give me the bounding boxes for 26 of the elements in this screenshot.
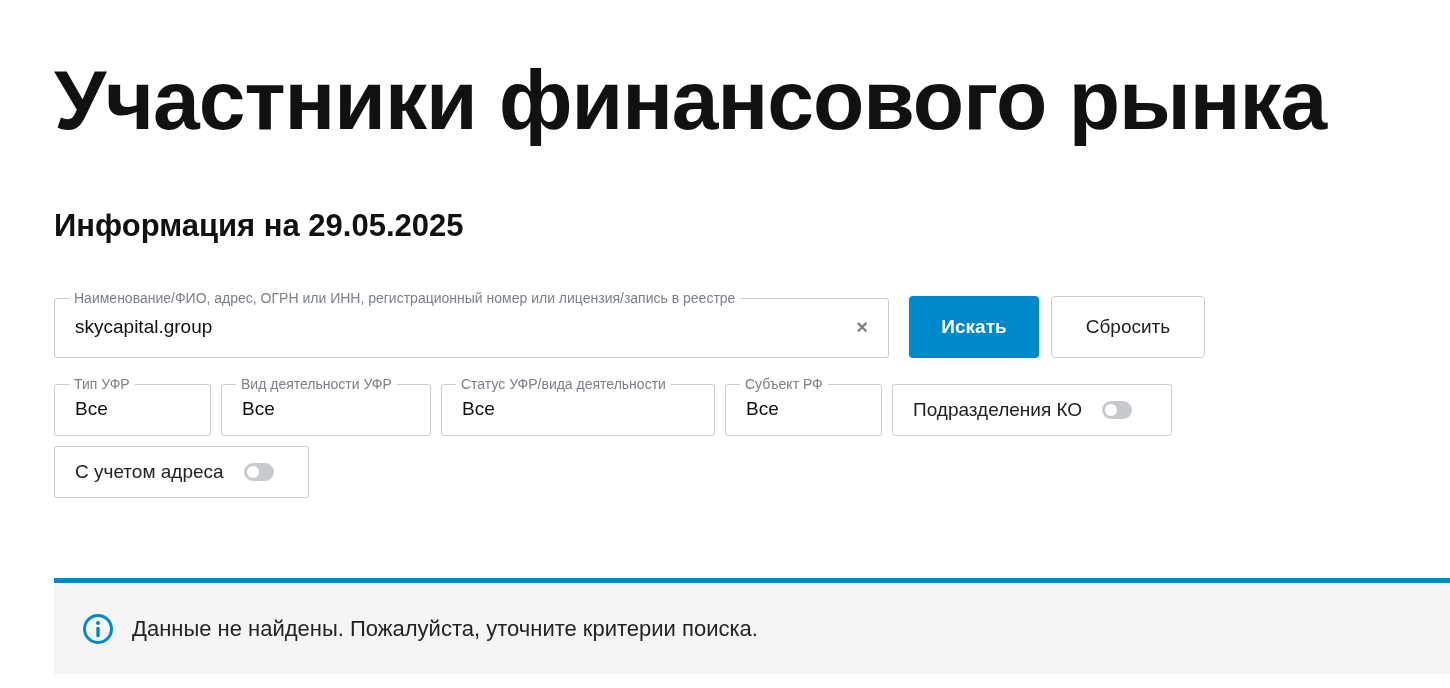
reset-button[interactable]: Сбросить — [1051, 296, 1205, 358]
field-value: Все — [462, 397, 496, 421]
field-label: Тип УФР — [73, 376, 131, 392]
clear-button[interactable]: × — [856, 312, 868, 342]
select-field[interactable]: Субъект РФ Все — [725, 376, 882, 436]
select-field[interactable]: Статус УФР/вида деятельности Все — [441, 376, 715, 436]
toggle-switch[interactable] — [1102, 401, 1133, 419]
field-label: Наименование/ФИО, адрес, ОГРН или ИНН, регистрационный номер или лицензия/запись в реестре — [73, 290, 737, 306]
search-input[interactable]: skycapital.group — [75, 312, 857, 342]
info-icon — [82, 612, 114, 645]
field-value: Все — [242, 397, 276, 421]
toggle-button[interactable]: Подразделения КО — [892, 384, 1172, 436]
notice-text: Данные не найдены. Пожалуйста, уточните критерии поиска. — [132, 615, 758, 643]
toggle-button[interactable]: С учетом адреса — [54, 446, 309, 498]
field-label: Статус УФР/вида деятельности — [460, 376, 667, 392]
toggle-switch[interactable] — [243, 463, 274, 481]
page-title: Участники финансового рынка — [54, 52, 1329, 149]
field-value: Все — [75, 397, 109, 421]
field-label: Субъект РФ — [744, 376, 824, 392]
field-value: Все — [746, 397, 780, 421]
select-field[interactable]: Тип УФР Все — [54, 376, 211, 436]
select-field[interactable]: Вид деятельности УФР Все — [221, 376, 431, 436]
field-label: Вид деятельности УФР — [240, 376, 393, 392]
search-button[interactable]: Искать — [909, 296, 1039, 358]
search-field[interactable]: Наименование/ФИО, адрес, ОГРН или ИНН, регистрационный номер или лицензия/запись в реестре skycapital.group × — [54, 290, 889, 358]
info-date-heading: Информация на 29.05.2025 — [54, 207, 465, 245]
